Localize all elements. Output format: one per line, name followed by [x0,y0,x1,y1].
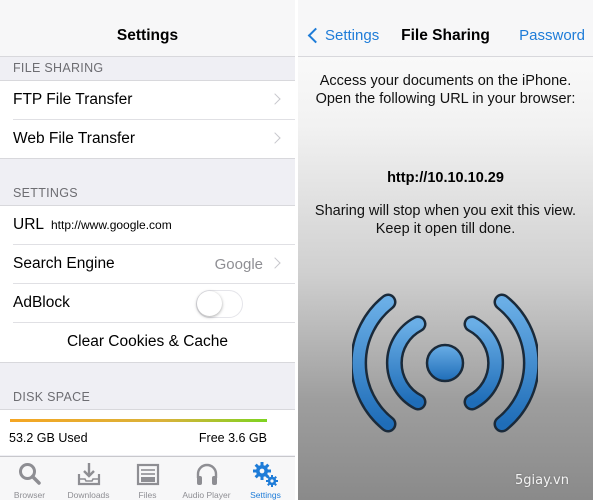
sharing-note: Sharing will stop when you exit this vie… [314,203,577,237]
navigation-bar: Settings [0,0,295,57]
disk-space-group: 53.2 GB Used Free 3.6 GB [0,409,295,455]
section-header-file-sharing: FILE SHARING [13,61,104,75]
clear-cookies-label: Clear Cookies & Cache [66,333,229,350]
tab-label: Settings [250,490,281,500]
adblock-label: AdBlock [13,294,70,311]
settings-screen: Settings FILE SHARING FTP File Transfer … [0,0,295,500]
url-row[interactable]: URL http://www.google.com [0,206,295,245]
web-file-transfer-row[interactable]: Web File Transfer [0,120,295,159]
headphones-icon [196,463,217,485]
section-header-disk-space: DISK SPACE [13,390,91,404]
disk-free-text: Free 3.6 GB [198,431,267,445]
url-label: URL [13,216,45,233]
sharing-url: http://10.10.10.29 [387,170,504,186]
adblock-toggle[interactable] [196,290,243,318]
downloads-icon [77,463,100,486]
search-engine-row[interactable]: Search Engine Google [0,245,295,284]
section-header-settings: SETTINGS [13,186,78,200]
adblock-row: AdBlock [0,284,295,323]
tab-settings[interactable]: Settings [236,457,295,500]
toggle-knob [197,291,222,316]
file-sharing-screen: Settings File Sharing Password Access yo… [298,0,593,500]
disk-used-text: 53.2 GB Used [9,431,88,445]
row-label: FTP File Transfer [13,91,133,108]
settings-group: URL http://www.google.com Search Engine … [0,205,295,363]
chevron-right-icon [269,132,281,144]
tab-browser[interactable]: Browser [0,457,59,500]
tab-audio-player[interactable]: Audio Player [177,457,236,500]
tab-label: Audio Player [182,490,231,500]
password-button[interactable]: Password [519,27,585,44]
instructions-text: Access your documents on the iPhone. Ope… [315,73,576,107]
tab-bar: Browser Downloads Files Audio Player Set… [0,456,295,500]
row-label: Web File Transfer [13,130,136,147]
page-title: Settings [116,27,179,44]
wifi-broadcast-icon [352,293,538,433]
search-engine-label: Search Engine [13,255,115,272]
gear-icon [252,462,278,487]
tab-label: Browser [13,490,46,500]
navigation-bar: Settings File Sharing Password [298,0,593,57]
tab-label: Downloads [67,490,110,500]
url-value[interactable]: http://www.google.com [51,218,172,232]
disk-usage-bar [10,419,267,422]
chevron-right-icon [269,93,281,105]
clear-cookies-button[interactable]: Clear Cookies & Cache [0,323,295,362]
tab-downloads[interactable]: Downloads [59,457,118,500]
watermark-text: 5giay.vn [514,473,569,488]
chevron-right-icon [269,257,281,269]
tab-label: Files [138,490,157,500]
files-icon [136,463,159,486]
search-engine-value: Google [214,256,263,273]
file-sharing-group: FTP File Transfer Web File Transfer [0,80,295,159]
ftp-file-transfer-row[interactable]: FTP File Transfer [0,81,295,120]
tab-files[interactable]: Files [118,457,177,500]
search-icon [18,463,41,485]
